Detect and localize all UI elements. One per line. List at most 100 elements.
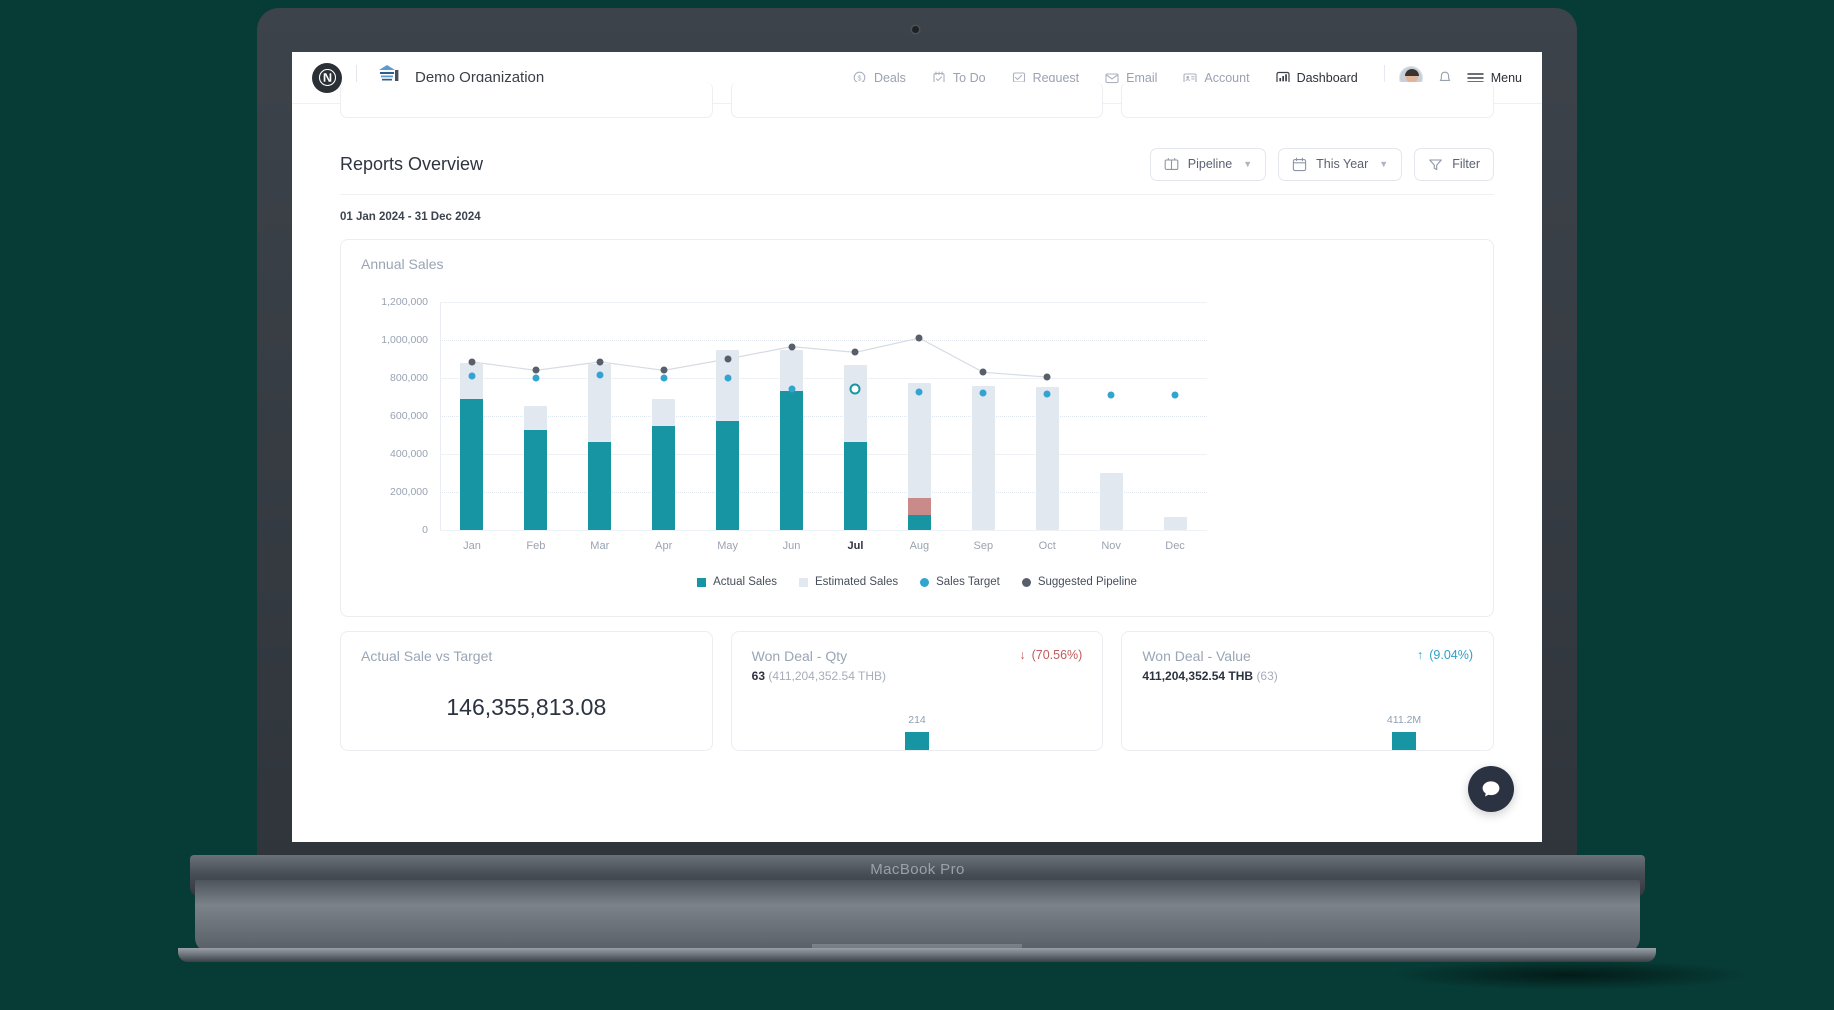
suggested-pipeline-point[interactable] <box>915 334 923 342</box>
legend-item[interactable]: Actual Sales <box>697 576 777 588</box>
avatar-hair <box>1404 68 1419 76</box>
card-value-sub: (63) <box>1256 669 1278 683</box>
card-won-deal-value: Won Deal - Value 411,204,352.54 THB (63)… <box>1121 631 1495 751</box>
chart-y-tick-label: 1,000,000 <box>381 334 428 346</box>
app-screen: Demo Organization $ Deals To Do Request … <box>292 52 1542 842</box>
legend-item[interactable]: Suggested Pipeline <box>1021 576 1137 588</box>
arrow-up-icon: ↑ <box>1416 648 1424 662</box>
chart-x-tick-label[interactable]: Jan <box>447 540 497 552</box>
chart-gridline <box>440 302 1207 303</box>
chart-x-tick-label[interactable]: Mar <box>575 540 625 552</box>
card-mini-bar <box>1392 732 1417 750</box>
top-card-stub-1 <box>340 82 713 118</box>
chart-y-tick-label: 400,000 <box>390 448 428 460</box>
reports-controls: Pipeline ▼ This Year ▼ Filter <box>1149 147 1494 181</box>
suggested-pipeline-point[interactable] <box>788 343 796 351</box>
chart-x-tick-label[interactable]: Sep <box>958 540 1008 552</box>
top-card-stub-3 <box>1121 82 1495 118</box>
bar-actual-sales <box>652 425 676 530</box>
chart-y-tick-label: 600,000 <box>390 410 428 422</box>
chart-title: Annual Sales <box>361 256 444 272</box>
card-value-row: 411,204,352.54 THB (63) <box>1142 669 1277 683</box>
chart-x-tick-label[interactable]: Aug <box>894 540 944 552</box>
chart-gridline <box>440 340 1207 341</box>
suggested-pipeline-point[interactable] <box>660 366 668 374</box>
suggested-pipeline-point[interactable] <box>851 348 859 356</box>
chat-support-button[interactable] <box>1468 766 1514 812</box>
bar-estimated-sales <box>971 385 995 530</box>
legend-swatch <box>799 577 808 587</box>
bar-partial-sales <box>907 497 931 515</box>
suggested-pipeline-point[interactable] <box>532 366 540 374</box>
chart-x-tick-label[interactable]: Jun <box>767 540 817 552</box>
sales-target-point[interactable] <box>596 371 604 379</box>
chart-x-tick-label[interactable]: Oct <box>1022 540 1072 552</box>
chart-x-tick-label[interactable]: Nov <box>1086 540 1136 552</box>
chart-gridline <box>440 530 1207 531</box>
bar-actual-sales <box>907 514 931 530</box>
bar-actual-sales <box>524 430 548 530</box>
top-card-stub-2 <box>730 82 1104 118</box>
card-delta-badge: ↑ (9.04%) <box>1417 648 1473 662</box>
suggested-pipeline-point[interactable] <box>468 358 476 366</box>
sales-target-point[interactable] <box>1107 391 1115 399</box>
filter-funnel-icon <box>1428 157 1443 172</box>
sales-target-point[interactable] <box>660 374 668 382</box>
legend-swatch <box>1021 577 1031 587</box>
legend-item[interactable]: Sales Target <box>920 576 1000 588</box>
laptop-mockup: Demo Organization $ Deals To Do Request … <box>0 0 1834 1010</box>
bar-actual-sales <box>843 441 867 530</box>
legend-item[interactable]: Estimated Sales <box>799 576 898 588</box>
card-delta-value: (9.04%) <box>1429 648 1474 662</box>
suggested-pipeline-point[interactable] <box>596 358 604 366</box>
suggested-pipeline-point[interactable] <box>1043 373 1051 381</box>
bar-actual-sales <box>460 398 484 530</box>
sales-target-point[interactable] <box>788 385 796 393</box>
suggested-pipeline-point[interactable] <box>979 368 987 376</box>
pipeline-board-icon <box>1164 157 1179 172</box>
reports-overview-header: Reports Overview Pipeline ▼ This Year ▼ … <box>292 144 1542 184</box>
chart-y-tick-label: 800,000 <box>390 372 428 384</box>
date-range-label: This Year <box>1316 157 1369 171</box>
legend-label: Actual Sales <box>713 576 777 588</box>
sales-target-point[interactable] <box>1171 391 1179 399</box>
bar-actual-sales <box>588 441 612 530</box>
chat-bubble-icon <box>1480 778 1502 800</box>
pipeline-filter-button[interactable]: Pipeline ▼ <box>1149 147 1267 181</box>
chart-x-tick-label[interactable]: Dec <box>1150 540 1200 552</box>
suggested-pipeline-point[interactable] <box>724 355 732 363</box>
card-value: 63 <box>751 669 766 683</box>
sales-target-point[interactable] <box>724 374 732 382</box>
legend-swatch <box>697 577 707 587</box>
sales-target-point-selected[interactable] <box>849 383 861 395</box>
sales-target-point[interactable] <box>915 388 923 396</box>
card-delta-badge: ↓ (70.56%) <box>1019 648 1082 662</box>
chart-x-tick-label[interactable]: Feb <box>511 540 561 552</box>
card-title: Won Deal - Value <box>1142 648 1251 664</box>
chart-gridline <box>440 492 1207 493</box>
svg-text:$: $ <box>857 75 861 82</box>
date-range-button[interactable]: This Year ▼ <box>1278 147 1403 181</box>
chart-x-tick-label[interactable]: Apr <box>639 540 689 552</box>
sales-target-point[interactable] <box>468 372 476 380</box>
filter-button[interactable]: Filter <box>1414 147 1494 181</box>
chart-x-tick-label[interactable]: Jul <box>830 540 880 552</box>
legend-label: Suggested Pipeline <box>1037 576 1137 588</box>
card-header-row: Won Deal - Value 411,204,352.54 THB (63)… <box>1142 648 1473 683</box>
card-delta-value: (70.56%) <box>1031 648 1083 662</box>
card-actual-sale-vs-target: Actual Sale vs Target 146,355,813.08 <box>340 631 713 751</box>
sales-target-point[interactable] <box>1043 390 1051 398</box>
laptop-model-label: MacBook Pro <box>870 861 965 878</box>
top-summary-cards-row <box>292 82 1542 118</box>
chart-x-tick-label[interactable]: May <box>703 540 753 552</box>
card-header-row: Won Deal - Qty 63 (411,204,352.54 THB) ↓… <box>752 648 1083 683</box>
chart-gridline <box>440 454 1207 455</box>
chart-plot-area: 0 200,000 400,000 600,000 800,000 1,000,000 1,… <box>381 296 1207 536</box>
bar-estimated-sales <box>1099 473 1123 530</box>
sales-target-point[interactable] <box>532 374 540 382</box>
bar-estimated-sales <box>1163 516 1187 530</box>
card-value-row: 63 (411,204,352.54 THB) <box>752 669 886 683</box>
chart-y-tick-label: 200,000 <box>390 486 428 498</box>
sales-target-point[interactable] <box>979 389 987 397</box>
card-mini-bar <box>905 732 929 750</box>
